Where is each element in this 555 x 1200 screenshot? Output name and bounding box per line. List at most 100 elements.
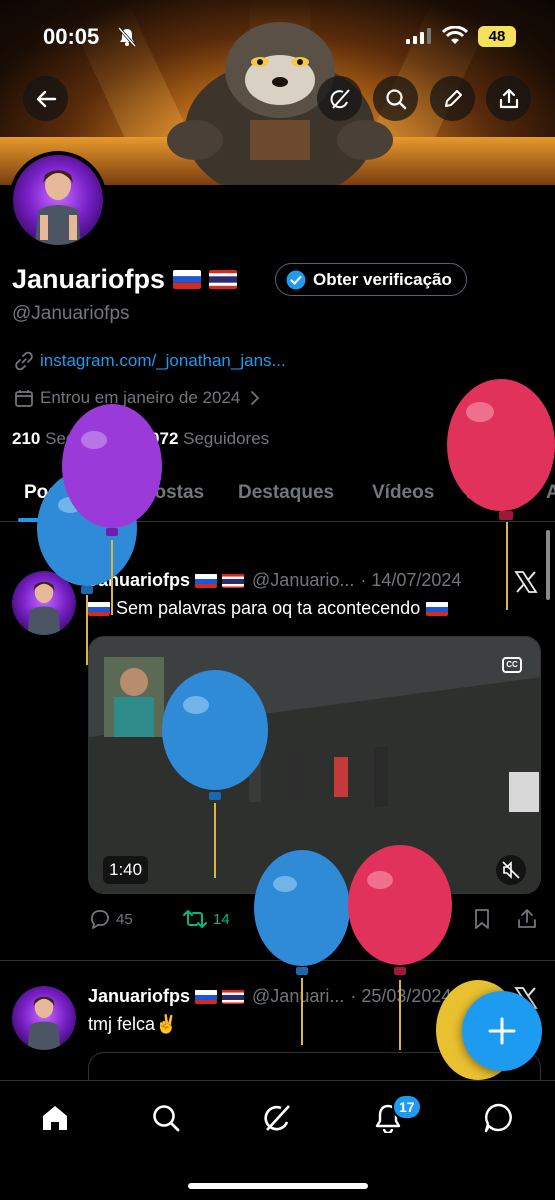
bookmark-button[interactable] (472, 908, 492, 930)
notifications-badge: 17 (392, 1094, 422, 1120)
cell-signal-icon (406, 28, 431, 44)
views-icon (376, 912, 393, 927)
home-indicator (188, 1183, 368, 1189)
profile-tabs: Posts Respostas Destaques Vídeos Fotos A (0, 470, 555, 522)
russia-flag-icon (195, 573, 218, 588)
like-button[interactable]: 371 (278, 908, 331, 930)
followers-label: Seguidores (183, 429, 270, 448)
messages-icon (484, 1103, 512, 1133)
search-button[interactable] (373, 76, 418, 121)
joined-date[interactable]: Entrou em janeiro de 2024 (14, 388, 262, 408)
post-share-button[interactable] (516, 908, 538, 930)
get-verified-button[interactable]: Obter verificação (275, 263, 467, 296)
grok-button[interactable] (317, 76, 362, 121)
nav-search[interactable] (149, 1101, 183, 1135)
russia-flag-icon (88, 601, 110, 616)
status-time: 00:05 (43, 24, 100, 49)
post-body: tmj felca✌️ (88, 1014, 177, 1035)
wifi-icon (442, 26, 468, 44)
joined-date-text: Entrou em janeiro de 2024 (40, 388, 241, 407)
compose-post-button[interactable] (462, 991, 542, 1071)
following-label: Seguindo (45, 429, 117, 448)
share-button[interactable] (486, 76, 531, 121)
post-author-handle: @Januari... (252, 986, 345, 1006)
post-author-name[interactable]: Januariofps (88, 986, 190, 1007)
following-count: 210 (12, 429, 41, 448)
mute-button[interactable] (496, 855, 526, 885)
home-icon (43, 1106, 67, 1130)
video-frame-image (89, 637, 540, 893)
edit-pencil-icon (444, 89, 462, 107)
edit-button[interactable] (430, 76, 475, 121)
silent-bell-icon (118, 27, 136, 47)
russia-flag-icon (426, 601, 449, 616)
profile-link[interactable]: instagram.com/_jonathan_jans... (14, 351, 286, 371)
nav-messages[interactable] (482, 1101, 516, 1135)
tab-highlights[interactable]: Destaques (238, 482, 334, 504)
post-author-handle: @Januario... (252, 570, 355, 590)
status-bar: 00:05 48 (0, 0, 555, 70)
back-arrow-icon (36, 90, 56, 107)
search-icon (153, 1105, 180, 1132)
thailand-flag-icon (209, 269, 238, 289)
profile-avatar[interactable] (9, 151, 107, 249)
plus-icon (488, 1017, 516, 1045)
post-author-name[interactable]: Januariofps (88, 570, 190, 591)
follow-stats: 210 Seguindo 1.072 Seguidores (12, 429, 269, 449)
post-actions: 45 14 371 37,7k (88, 906, 541, 936)
tab-photos[interactable]: Fotos (466, 482, 518, 504)
post-author-avatar[interactable] (12, 571, 76, 635)
bookmark-icon (475, 909, 489, 929)
back-button[interactable] (23, 76, 68, 121)
following-link[interactable]: 210 Seguindo (12, 429, 117, 448)
profile-name-row: Januariofps (12, 262, 238, 296)
tab-videos[interactable]: Vídeos (372, 482, 434, 504)
tab-articles[interactable]: A (546, 482, 555, 504)
avatar-character-image (27, 996, 61, 1050)
repost-button[interactable]: 14 (183, 908, 230, 930)
pinned-text: Fixado (82, 542, 131, 559)
post-body: Sem palavras para oq ta acontecendo (88, 598, 449, 619)
bottom-navigation (0, 1080, 555, 1200)
closed-captions-icon[interactable]: CC (502, 657, 522, 673)
views-count: 37,7k (401, 910, 438, 928)
repost-count: 14 (213, 910, 230, 928)
post-header: Januariofps @Januari... · 25/03/2024 (88, 986, 451, 1007)
post-header: Januariofps @Januario... · 14/07/2024 (88, 570, 461, 591)
x-logo-icon[interactable] (514, 570, 538, 594)
repost-icon (183, 910, 207, 928)
profile-link-text[interactable]: instagram.com/_jonathan_jans... (40, 351, 286, 371)
tab-replies[interactable]: Respostas (108, 482, 204, 504)
russia-flag-icon (195, 989, 218, 1004)
search-icon (385, 88, 406, 109)
calendar-icon (15, 390, 33, 407)
grok-icon (264, 1105, 290, 1131)
nav-grok[interactable] (260, 1101, 294, 1135)
views-button[interactable]: 37,7k (373, 908, 438, 930)
pin-icon (61, 543, 71, 558)
followers-count: 1.072 (135, 429, 179, 448)
share-icon (499, 88, 518, 108)
post-divider (0, 960, 555, 961)
post-text: tmj felca✌️ (88, 1014, 178, 1034)
reply-count: 45 (116, 910, 133, 928)
chevron-right-icon (251, 391, 260, 405)
link-icon (15, 351, 33, 371)
post-author-avatar[interactable] (12, 986, 76, 1050)
tab-posts[interactable]: Posts (24, 482, 76, 504)
followers-link[interactable]: 1.072 Seguidores (136, 429, 269, 448)
post-text: Sem palavras para oq ta acontecendo (116, 598, 421, 618)
profile-name: Januariofps (12, 263, 166, 294)
nav-home[interactable] (38, 1101, 72, 1135)
reply-icon (91, 910, 109, 929)
reply-button[interactable]: 45 (88, 908, 133, 930)
verified-badge-icon (286, 270, 306, 289)
post-date: · 25/03/2024 (350, 986, 452, 1006)
grok-icon (330, 88, 350, 109)
muted-speaker-icon (502, 861, 520, 879)
avatar-character-image (27, 581, 61, 635)
scrollbar[interactable] (546, 530, 550, 600)
post-video[interactable]: CC 1:40 (88, 636, 541, 894)
like-icon (279, 910, 299, 928)
thailand-flag-icon (222, 573, 245, 588)
